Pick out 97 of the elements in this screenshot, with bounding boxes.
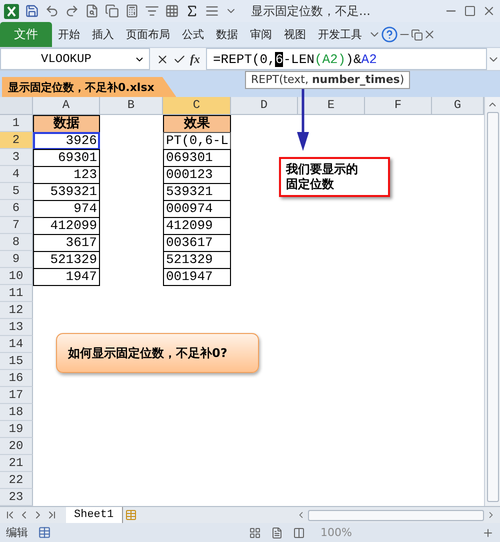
table-cell: 123 [33, 166, 100, 184]
column-header[interactable]: G [432, 97, 484, 115]
row-header[interactable]: 17 [0, 387, 33, 404]
page-break-icon[interactable] [292, 526, 305, 538]
cancel-icon[interactable] [156, 52, 169, 66]
column-header[interactable]: E [298, 97, 365, 115]
table-cell: 412099 [33, 217, 100, 235]
row-header[interactable]: 14 [0, 336, 33, 353]
row-header[interactable]: 4 [0, 166, 33, 183]
column-header[interactable]: A [33, 97, 100, 115]
table-cell: 69301 [33, 149, 100, 167]
row-header[interactable]: 20 [0, 438, 33, 455]
sheet-tab[interactable]: Sheet1 [66, 507, 123, 523]
status-mode: 编辑 [6, 525, 28, 540]
callout-note: 我们要显示的固定位数 [279, 157, 390, 197]
last-sheet-icon[interactable] [46, 509, 58, 521]
row-header[interactable]: 10 [0, 268, 33, 285]
table-cell: 412099 [163, 217, 231, 235]
table-cell: 001947 [163, 268, 231, 286]
ribbon-tab[interactable]: 开始 [52, 22, 86, 47]
row-header[interactable]: 8 [0, 234, 33, 251]
ribbon-tab[interactable]: 数据 [210, 22, 244, 47]
undo-icon[interactable] [45, 4, 59, 18]
table-cell: 539321 [163, 183, 231, 201]
align-icon[interactable] [205, 4, 219, 18]
column-header[interactable]: B [100, 97, 163, 115]
row-header[interactable]: 11 [0, 285, 33, 302]
enter-icon[interactable] [173, 52, 186, 66]
table-cell: 3617 [33, 234, 100, 252]
table-cell: 521329 [33, 251, 100, 269]
row-header[interactable]: 7 [0, 217, 33, 234]
record-macro-icon[interactable] [38, 526, 51, 539]
redo-icon[interactable] [65, 4, 79, 18]
file-button[interactable]: 文件 [0, 22, 52, 47]
zoom-level: 100% [320, 526, 352, 539]
ribbon-tab[interactable]: 视图 [278, 22, 312, 47]
column-header[interactable]: F [365, 97, 432, 115]
copy-icon[interactable] [105, 4, 119, 18]
row-header[interactable]: 9 [0, 251, 33, 268]
table-cell: 003617 [163, 234, 231, 252]
normal-view-icon[interactable] [248, 526, 261, 538]
restore-icon[interactable] [411, 28, 423, 40]
column-header[interactable]: D [231, 97, 298, 115]
row-header[interactable]: 23 [0, 489, 33, 506]
table-cell: 000123 [163, 166, 231, 184]
calculator-icon[interactable] [125, 4, 139, 18]
save-icon[interactable] [25, 4, 39, 18]
row-header[interactable]: 19 [0, 421, 33, 438]
row-header[interactable]: 15 [0, 353, 33, 370]
maximize-icon[interactable] [464, 5, 476, 17]
row-header[interactable]: 18 [0, 404, 33, 421]
filter-icon[interactable] [145, 4, 159, 18]
row-header[interactable]: 21 [0, 455, 33, 472]
header-cell: 效果 [163, 115, 231, 133]
table-cell: 069301 [163, 149, 231, 167]
table-cell: 1947 [33, 268, 100, 286]
row-header[interactable]: 3 [0, 149, 33, 166]
table-cell: 521329 [163, 251, 231, 269]
insert-function-button[interactable]: fx [190, 52, 200, 66]
zoom-in-icon[interactable] [482, 526, 494, 538]
help-icon[interactable] [381, 26, 398, 43]
table-cell: 000974 [163, 200, 231, 218]
name-box[interactable]: VLOOKUP [0, 48, 150, 70]
cell-editor[interactable]: PT(0,6-L [163, 132, 231, 150]
close-icon[interactable] [423, 28, 436, 41]
row-header[interactable]: 6 [0, 200, 33, 217]
document-tab[interactable]: 显示固定位数，不足补0.xlsx [2, 77, 176, 97]
table-cell: 974 [33, 200, 100, 218]
row-header[interactable]: 22 [0, 472, 33, 489]
ribbon-tab[interactable]: 公式 [176, 22, 210, 47]
row-header[interactable]: 13 [0, 319, 33, 336]
ribbon-tab[interactable]: 插入 [86, 22, 120, 47]
print-preview-icon[interactable] [85, 4, 99, 18]
row-header[interactable]: 16 [0, 370, 33, 387]
ribbon-tab[interactable]: 页面布局 [120, 22, 176, 47]
formula-field[interactable]: =REPT(0,6-LEN(A2))&A2 [206, 48, 487, 70]
ribbon-tab[interactable]: 开发工具 [312, 22, 368, 47]
row-header[interactable]: 1 [0, 115, 33, 132]
vertical-scrollbar[interactable] [484, 97, 500, 506]
column-header[interactable]: C [163, 97, 231, 115]
table-cell: 539321 [33, 183, 100, 201]
question-note: 如何显示固定位数，不足补0? [56, 333, 259, 373]
borders-icon[interactable] [165, 4, 179, 18]
header-cell: 数据 [33, 115, 100, 133]
page-layout-icon[interactable] [270, 526, 283, 538]
window-title: 显示固定位数，不足... [251, 2, 372, 20]
table-cell: 3926 [33, 132, 100, 150]
close-icon[interactable] [482, 4, 496, 18]
ribbon-tab[interactable]: 审阅 [244, 22, 278, 47]
first-sheet-icon[interactable] [4, 509, 16, 521]
spreadsheet-logo-icon [4, 4, 19, 18]
row-header[interactable]: 5 [0, 183, 33, 200]
arrow [296, 88, 310, 152]
sum-icon[interactable] [185, 4, 199, 18]
function-tooltip: REPT(text, number_times) [245, 71, 410, 89]
row-header[interactable]: 2 [0, 132, 33, 149]
row-header[interactable]: 12 [0, 302, 33, 319]
